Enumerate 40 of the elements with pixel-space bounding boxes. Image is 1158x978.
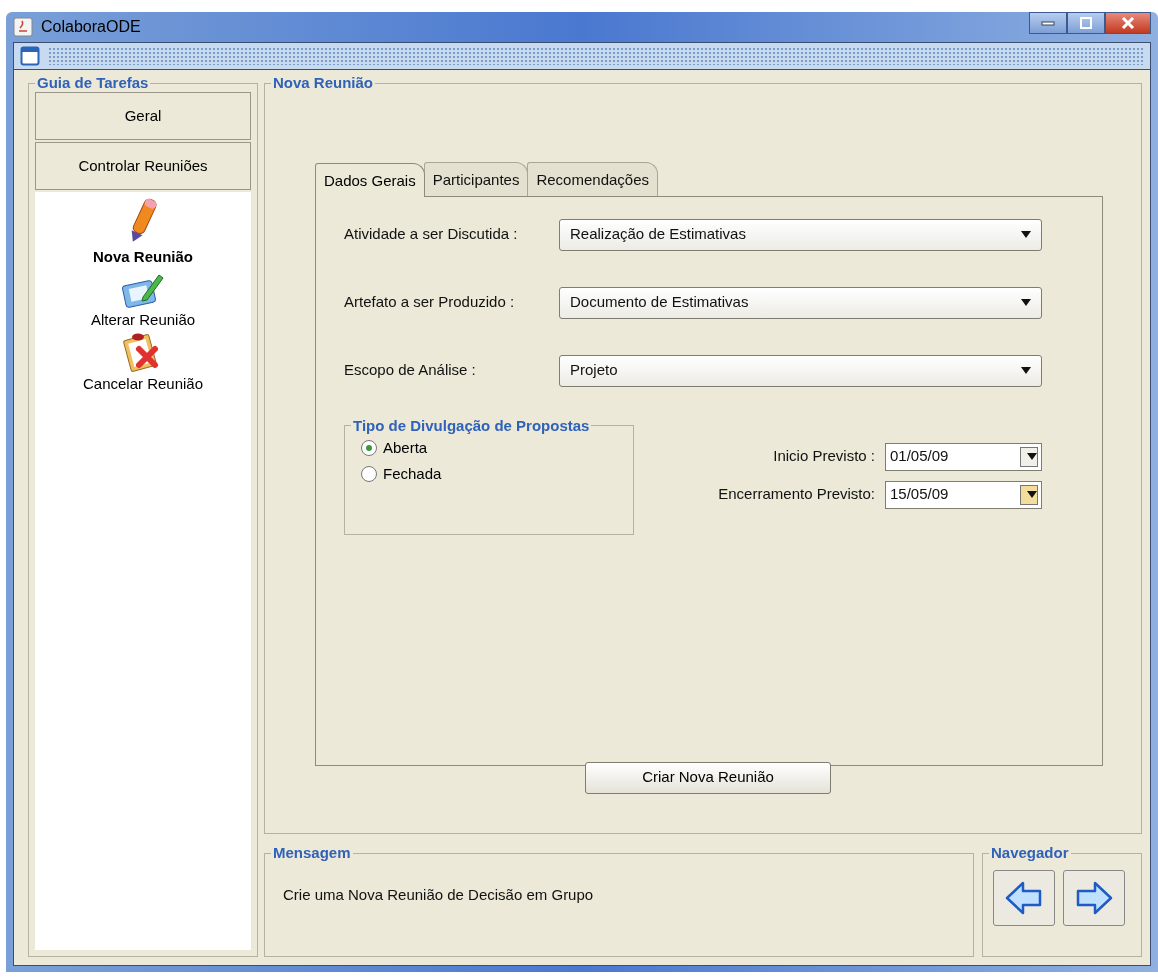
field-label: Atividade a ser Discutida : — [344, 224, 519, 245]
back-button[interactable] — [993, 870, 1055, 926]
forward-button[interactable] — [1063, 870, 1125, 926]
field-label: Artefato a ser Produzido : — [344, 292, 516, 313]
tab[interactable]: Recomendações — [527, 162, 658, 196]
dropdown[interactable]: Realização de Estimativas — [559, 218, 1042, 251]
close-button[interactable] — [1105, 12, 1151, 34]
window-icon[interactable] — [20, 46, 40, 66]
section-button[interactable]: Geral — [35, 92, 251, 140]
dropdown[interactable]: Projeto — [559, 354, 1042, 387]
panel-title: Navegador — [990, 844, 1070, 862]
dropdown[interactable]: Documento de Estimativas — [559, 286, 1042, 319]
radio-option[interactable]: Aberta — [351, 434, 438, 461]
section-button[interactable]: Controlar Reuniões — [35, 142, 251, 190]
minimize-button[interactable] — [1029, 12, 1067, 34]
radio-option[interactable]: Fechada — [351, 461, 452, 488]
panel-title: Guia de Tarefas — [36, 74, 150, 92]
panel-title: Nova Reunião — [272, 74, 375, 92]
left-arrow-icon — [1004, 880, 1044, 916]
panel-title: Mensagem — [272, 844, 352, 862]
minimize-icon — [1041, 20, 1055, 26]
create-meeting-button[interactable]: Criar Nova Reunião — [585, 761, 831, 794]
close-icon — [1121, 17, 1135, 29]
maximize-icon — [1079, 17, 1093, 29]
field-label: Inicio Previsto : — [773, 446, 875, 467]
app-icon — [13, 17, 33, 37]
tab[interactable]: Participantes — [423, 162, 529, 196]
task-item[interactable]: Cancelar Reunião — [82, 331, 204, 396]
task-item[interactable]: Nova Reunião — [93, 194, 193, 269]
field-label: Escopo de Análise : — [344, 360, 477, 381]
date-field[interactable]: 01/05/09 — [885, 442, 1042, 471]
task-item[interactable]: Alterar Reunião — [90, 268, 196, 331]
tab[interactable]: Dados Gerais — [315, 163, 425, 197]
date-field[interactable]: 15/05/09 — [885, 480, 1042, 509]
field-label: Encerramento Previsto: — [718, 484, 875, 505]
right-arrow-icon — [1074, 880, 1114, 916]
maximize-button[interactable] — [1067, 12, 1105, 34]
window-title: ColaboraODE — [41, 17, 141, 37]
group-title: Tipo de Divulgação de Propostas — [352, 416, 591, 435]
message-text: Crie uma Nova Reunião de Decisão em Grupo — [282, 885, 595, 905]
